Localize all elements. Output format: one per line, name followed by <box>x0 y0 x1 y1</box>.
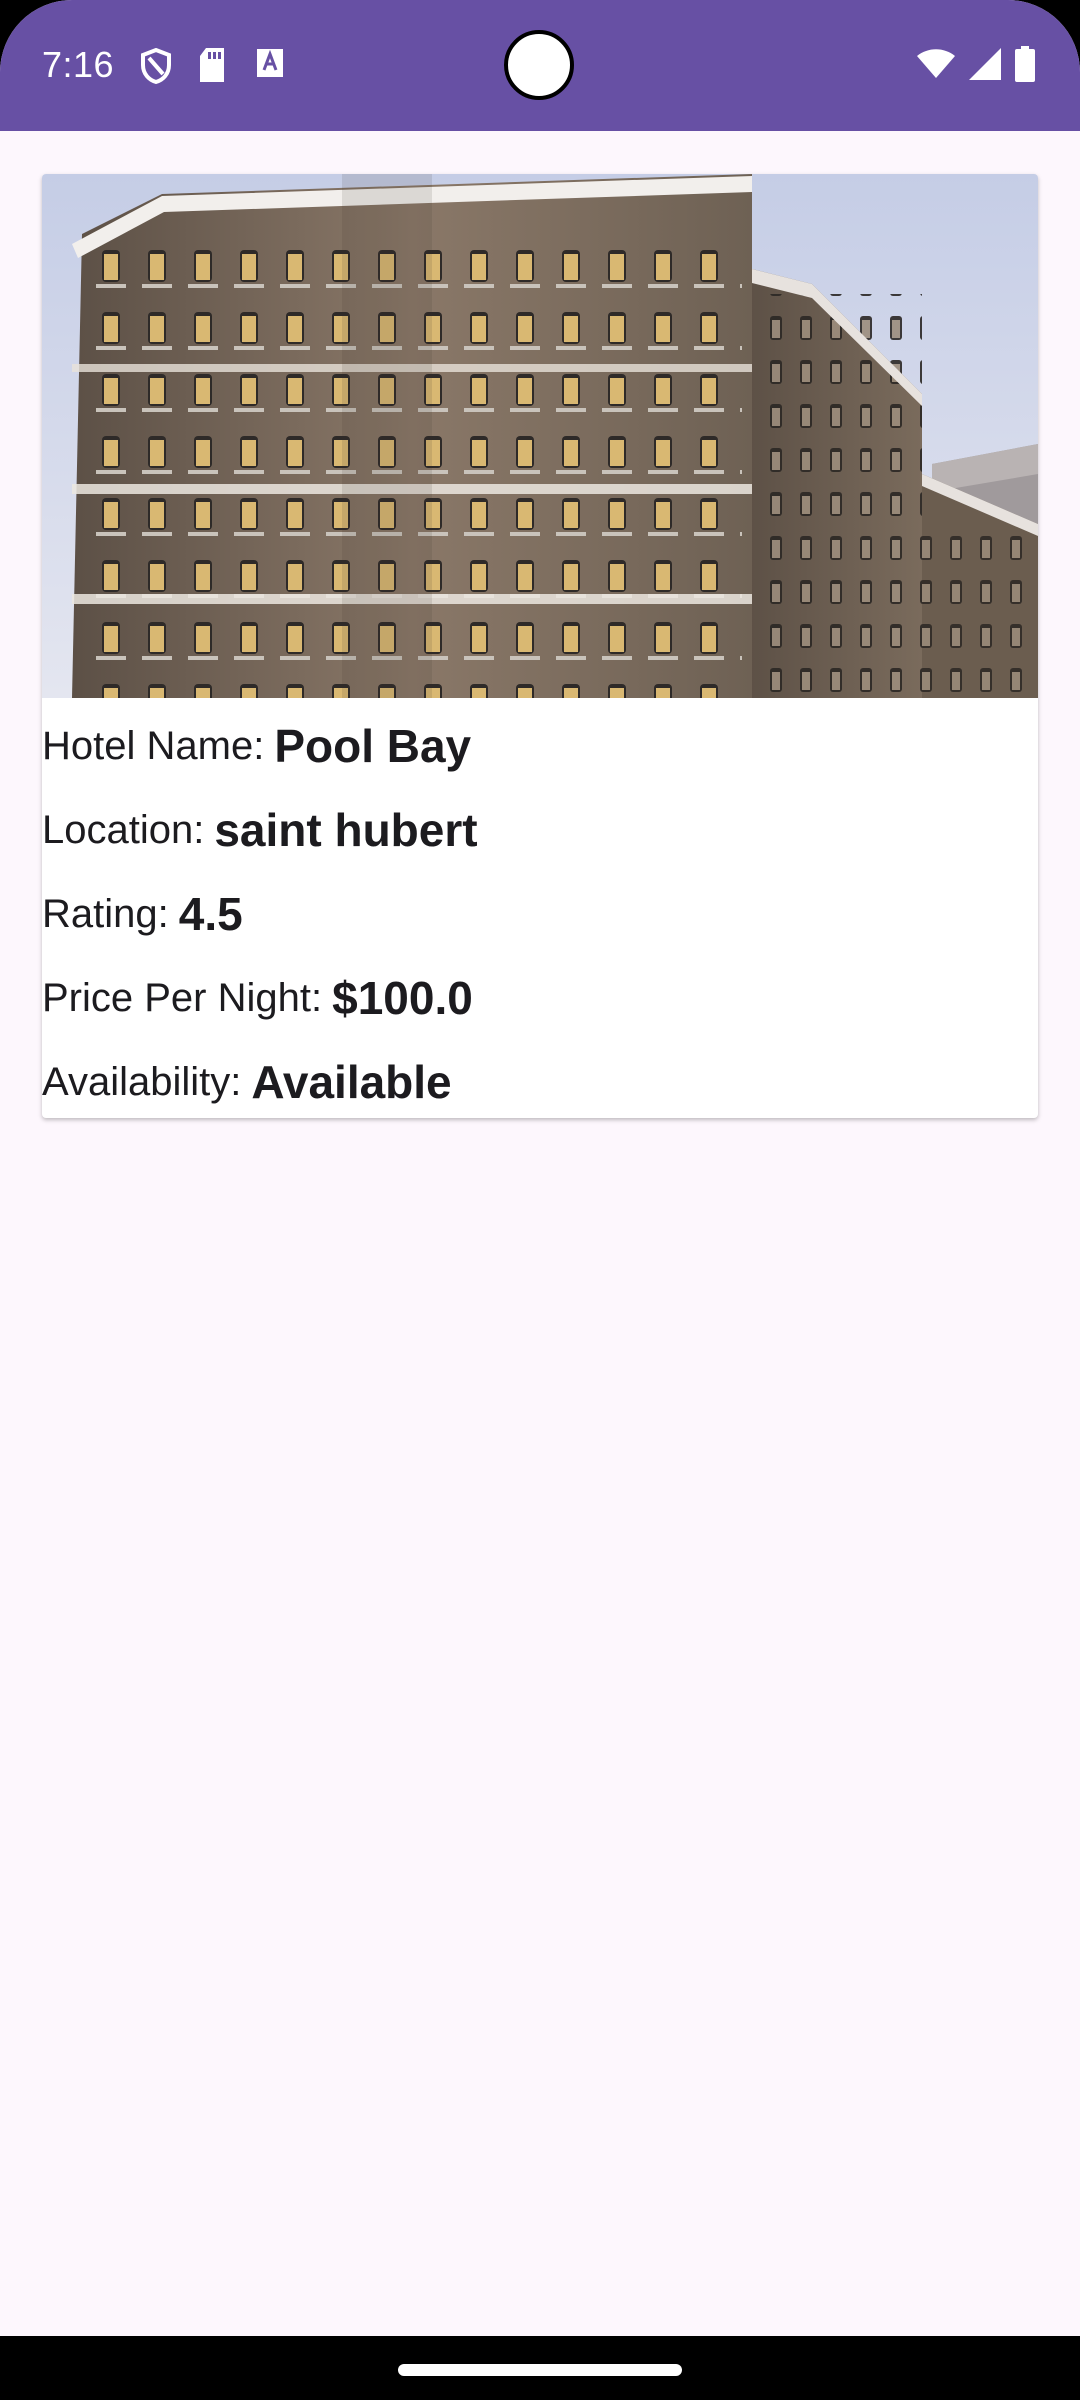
location-label: Location: <box>42 807 205 852</box>
hotel-info: Hotel Name: Pool Bay Location: saint hub… <box>42 698 1038 1118</box>
status-bar: 7:16 <box>0 0 1080 131</box>
availability-row: Availability: Available <box>42 1040 1038 1118</box>
price-label: Price Per Night: <box>42 975 323 1020</box>
availability-label: Availability: <box>42 1059 242 1104</box>
hotel-image <box>42 174 1038 698</box>
price-value: $100.0 <box>332 972 473 1024</box>
hotel-name-value: Pool Bay <box>274 720 472 772</box>
cell-signal-icon <box>968 47 1002 86</box>
rating-row: Rating: 4.5 <box>42 872 1038 956</box>
sd-card-icon <box>198 48 230 84</box>
shield-icon <box>140 47 172 85</box>
battery-icon <box>1014 46 1036 87</box>
hotel-name-row: Hotel Name: Pool Bay <box>42 704 1038 788</box>
status-icons-right <box>916 46 1036 87</box>
camera-cutout <box>504 30 574 100</box>
location-value: saint hubert <box>214 804 478 856</box>
app-screen: 7:16 Hotel Name: Pool Bay Location: sain… <box>0 0 1080 2400</box>
availability-value: Available <box>251 1056 452 1108</box>
wifi-icon <box>916 48 956 85</box>
rating-value: 4.5 <box>178 888 243 940</box>
status-time: 7:16 <box>42 44 115 85</box>
rating-label: Rating: <box>42 891 169 936</box>
hotel-card[interactable]: Hotel Name: Pool Bay Location: saint hub… <box>42 174 1038 1118</box>
home-indicator[interactable] <box>398 2364 682 2376</box>
status-icons-left <box>140 47 288 85</box>
hotel-building-illustration <box>42 174 1038 698</box>
price-row: Price Per Night: $100.0 <box>42 956 1038 1040</box>
text-a-icon <box>256 48 288 84</box>
hotel-name-label: Hotel Name: <box>42 723 265 768</box>
location-row: Location: saint hubert <box>42 788 1038 872</box>
